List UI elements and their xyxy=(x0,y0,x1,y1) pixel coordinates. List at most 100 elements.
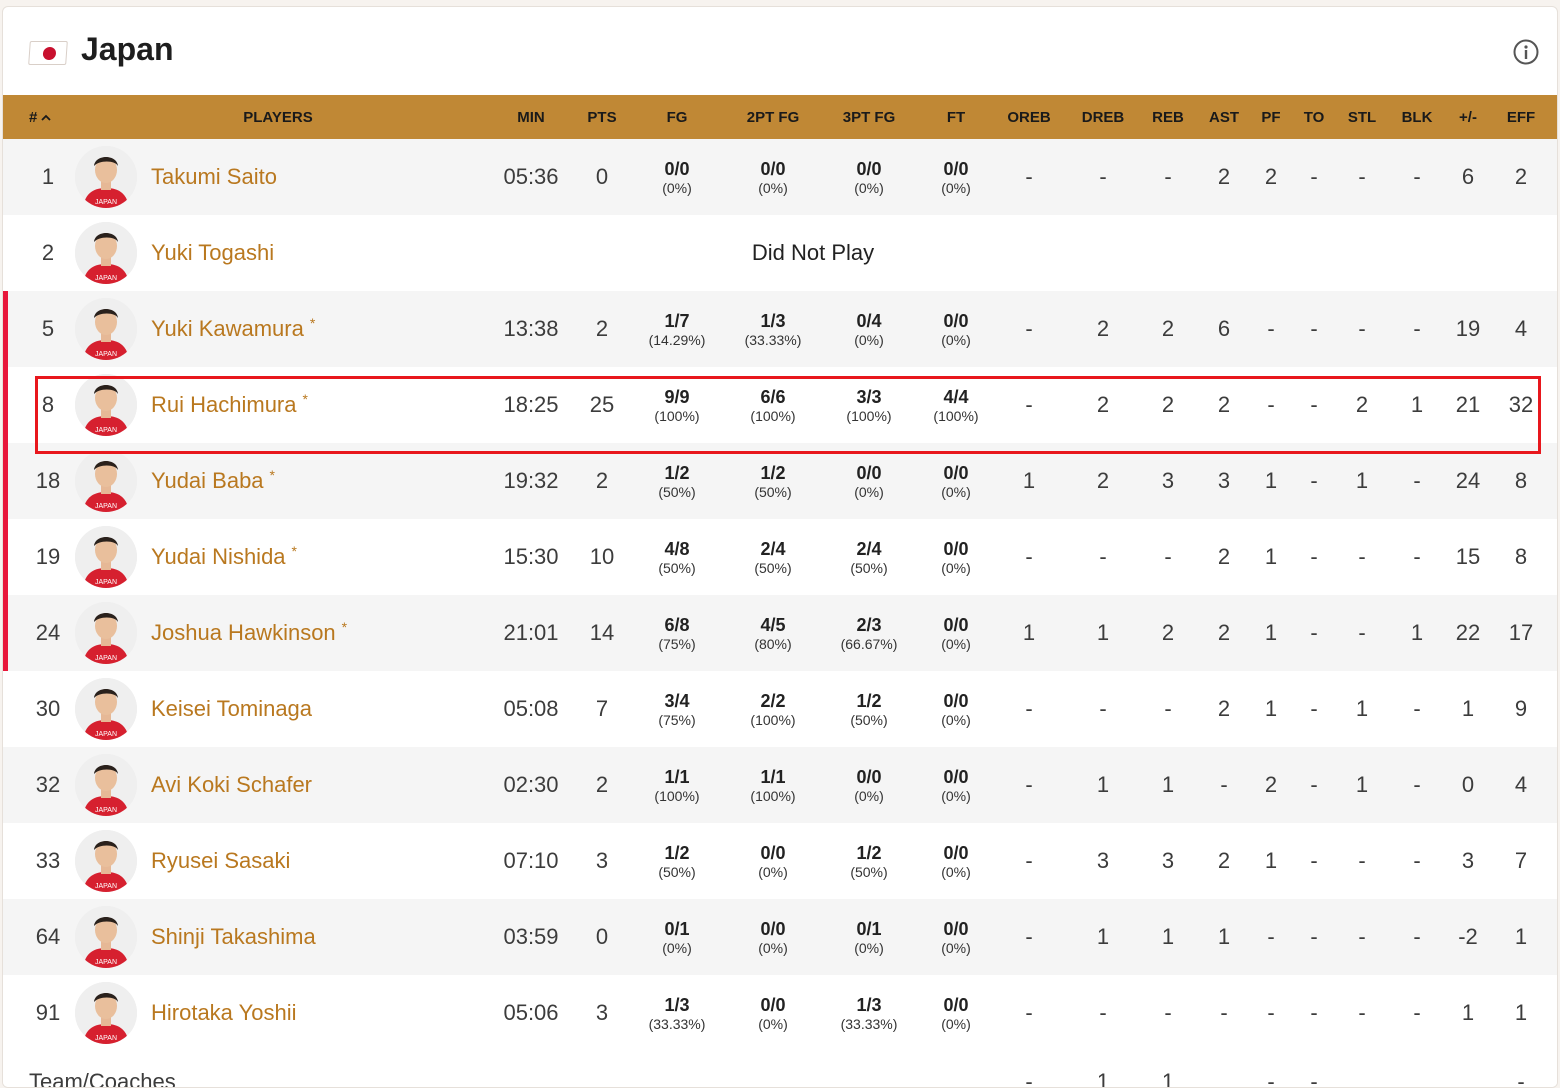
shots-made-attempted: 4/4 xyxy=(943,386,969,407)
stat-stl: - xyxy=(1358,164,1366,189)
shots-made-attempted: 1/1 xyxy=(664,766,690,787)
table-row: 19 JAPAN Yudai Nishida * 15:30 10 4/8 (50%) 2/4(… xyxy=(3,519,1557,595)
shots-made-attempted: 0/0 xyxy=(943,994,969,1015)
shot-percentage: (0%) xyxy=(941,179,971,196)
player-name-link[interactable]: Hirotaka Yoshii xyxy=(151,975,297,1051)
stat-ft: 0/0 (0%) xyxy=(913,139,999,215)
shot-percentage: (0%) xyxy=(941,1015,971,1032)
player-avatar[interactable]: JAPAN xyxy=(75,830,137,892)
player-name-link[interactable]: Yudai Baba * xyxy=(151,443,275,519)
stat-ft: 0/0 (0%) xyxy=(913,899,999,975)
info-icon[interactable] xyxy=(1513,39,1539,65)
stat-fg2: 1/1 (100%) xyxy=(725,747,821,823)
col-header-label: PF xyxy=(1261,109,1281,126)
shots-made-attempted: 1/2 xyxy=(664,462,690,483)
player-avatar[interactable]: JAPAN xyxy=(75,982,137,1044)
shots-made-attempted: 0/0 xyxy=(943,690,969,711)
stat-pts: 2 xyxy=(595,468,609,493)
col-header-label: EFF xyxy=(1506,109,1536,126)
player-name: Yudai Baba xyxy=(151,468,264,493)
stat-min: 05:08 xyxy=(503,696,559,721)
shots-made-attempted: 0/1 xyxy=(664,918,690,939)
svg-text:JAPAN: JAPAN xyxy=(95,199,117,206)
player-name-link[interactable]: Avi Koki Schafer xyxy=(151,747,312,823)
shot-percentage: (100%) xyxy=(750,787,796,804)
col-header-label: 2PT FG xyxy=(746,109,800,126)
player-avatar[interactable]: JAPAN xyxy=(75,678,137,740)
stat-fg2: 0/0 (0%) xyxy=(725,139,821,215)
player-name-link[interactable]: Ryusei Sasaki xyxy=(151,823,290,899)
stat-fg2: 1/3 (33.33%) xyxy=(725,291,821,367)
stat-dreb: 2 xyxy=(1096,316,1110,341)
col-header-label: +/- xyxy=(1459,109,1477,126)
stat-stl: - xyxy=(1358,848,1366,873)
stat-pf: - xyxy=(1267,392,1275,417)
stat-pts: 0 xyxy=(595,924,609,949)
stat-pf: - xyxy=(1267,924,1275,949)
stat-fg3: 2/4 (50%) xyxy=(821,519,917,595)
player-avatar[interactable]: JAPAN xyxy=(75,222,137,284)
shots-made-attempted: 4/5 xyxy=(760,614,786,635)
stat-stl: - xyxy=(1358,620,1366,645)
shots-made-attempted: 0/0 xyxy=(943,842,969,863)
shots-made-attempted: 0/0 xyxy=(760,158,786,179)
sort-ascending-icon[interactable] xyxy=(41,113,51,123)
stat-fg: 0/1 (0%) xyxy=(629,899,725,975)
col-header-eff: EFF xyxy=(1495,95,1547,139)
player-name-link[interactable]: Yuki Togashi xyxy=(151,215,274,291)
player-avatar[interactable]: JAPAN xyxy=(75,146,137,208)
shot-percentage: (0%) xyxy=(941,939,971,956)
stat-reb: - xyxy=(1164,164,1172,189)
japan-flag-icon xyxy=(28,41,68,65)
stat-fg: 1/2 (50%) xyxy=(629,443,725,519)
col-header-: +/- xyxy=(1445,95,1491,139)
stat-oreb: 1 xyxy=(1022,620,1036,645)
shots-made-attempted: 0/0 xyxy=(943,766,969,787)
player-name: Hirotaka Yoshii xyxy=(151,1000,297,1025)
player-name-link[interactable]: Keisei Tominaga xyxy=(151,671,312,747)
stat-ast: 1 xyxy=(1217,924,1231,949)
col-header-pts: PTS xyxy=(571,95,633,139)
player-avatar[interactable]: JAPAN xyxy=(75,754,137,816)
player-avatar[interactable]: JAPAN xyxy=(75,374,137,436)
stat-pts: 2 xyxy=(595,316,609,341)
player-avatar[interactable]: JAPAN xyxy=(75,602,137,664)
shots-made-attempted: 2/4 xyxy=(760,538,786,559)
shots-made-attempted: 6/8 xyxy=(664,614,690,635)
table-row: 91 JAPAN Hirotaka Yoshii 05:06 3 1/3 (33.33%) 0… xyxy=(3,975,1557,1051)
stat-pm: 15 xyxy=(1455,544,1481,569)
col-header-label: DREB xyxy=(1081,109,1125,126)
player-name-link[interactable]: Yuki Kawamura * xyxy=(151,291,315,367)
player-name-link[interactable]: Rui Hachimura * xyxy=(151,367,308,443)
stat-fg3: 3/3 (100%) xyxy=(821,367,917,443)
team-stat-to: - xyxy=(1310,1069,1318,1088)
col-header-pf: PF xyxy=(1249,95,1293,139)
stat-pm: 3 xyxy=(1461,848,1475,873)
stat-ft: 0/0 (0%) xyxy=(913,443,999,519)
shots-made-attempted: 0/0 xyxy=(760,994,786,1015)
stat-eff: 7 xyxy=(1514,848,1528,873)
stat-fg2: 6/6 (100%) xyxy=(725,367,821,443)
stat-reb: 1 xyxy=(1161,772,1175,797)
player-name-link[interactable]: Joshua Hawkinson * xyxy=(151,595,347,671)
col-header-number[interactable]: # xyxy=(29,95,69,139)
stat-pf: 1 xyxy=(1264,620,1278,645)
shots-made-attempted: 2/4 xyxy=(856,538,882,559)
player-avatar[interactable]: JAPAN xyxy=(75,526,137,588)
svg-text:JAPAN: JAPAN xyxy=(95,1035,117,1042)
shot-percentage: (50%) xyxy=(658,483,696,500)
player-avatar[interactable]: JAPAN xyxy=(75,298,137,360)
team-stat-dreb: 1 xyxy=(1096,1069,1110,1088)
stat-ast: 2 xyxy=(1217,848,1231,873)
player-name-link[interactable]: Takumi Saito xyxy=(151,139,277,215)
stat-ast: - xyxy=(1220,1000,1228,1025)
col-header-label: OREB xyxy=(1007,109,1051,126)
player-avatar[interactable]: JAPAN xyxy=(75,450,137,512)
shot-percentage: (0%) xyxy=(941,559,971,576)
player-name-link[interactable]: Yudai Nishida * xyxy=(151,519,297,595)
shot-percentage: (0%) xyxy=(854,939,884,956)
did-not-play-label: Did Not Play xyxy=(751,240,875,265)
stat-pts: 7 xyxy=(595,696,609,721)
player-avatar[interactable]: JAPAN xyxy=(75,906,137,968)
player-name-link[interactable]: Shinji Takashima xyxy=(151,899,316,975)
